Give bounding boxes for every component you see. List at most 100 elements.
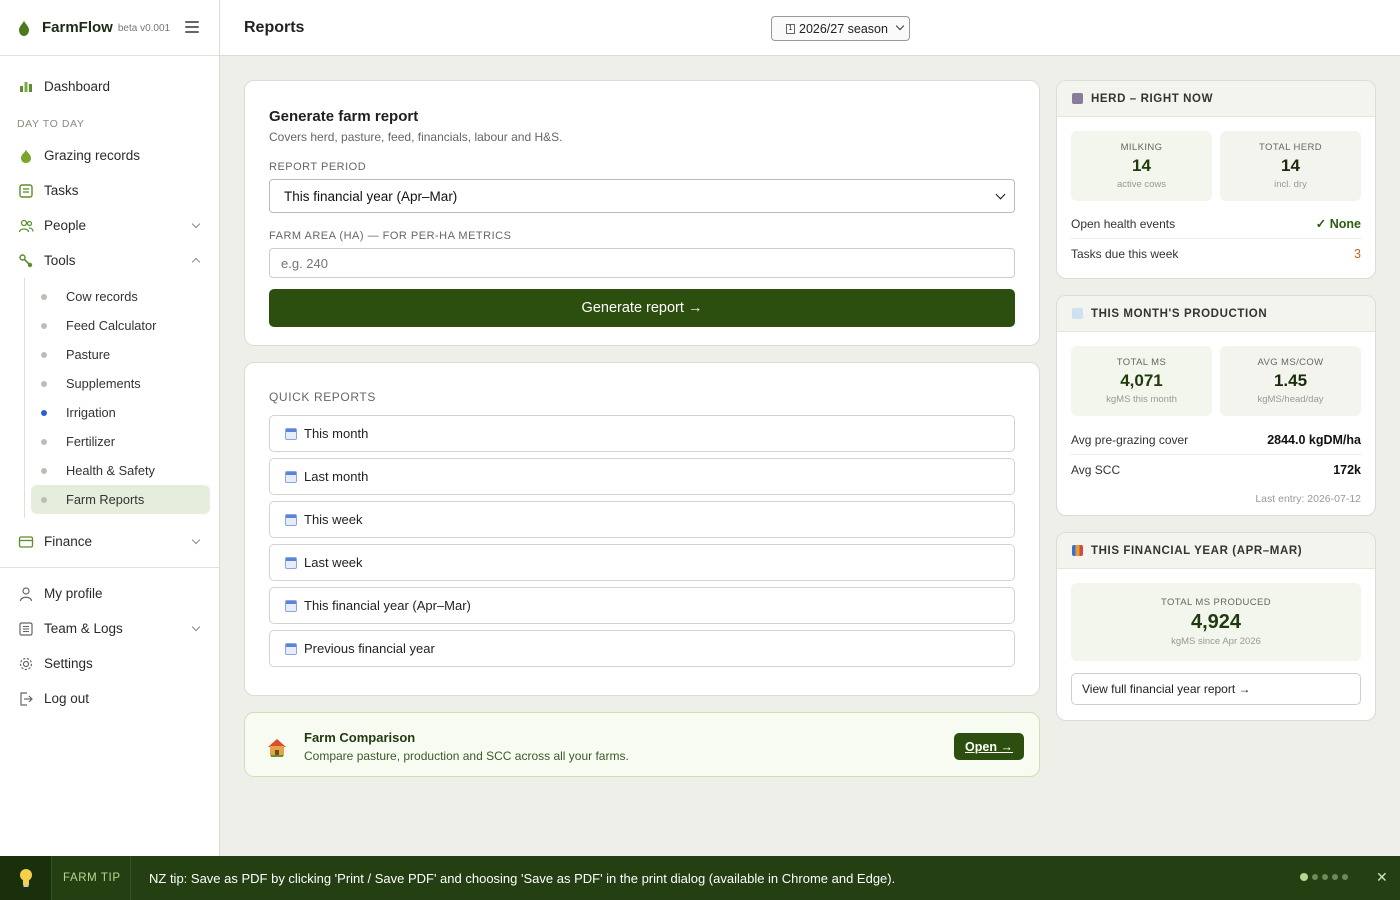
quick-report-label: Previous financial year xyxy=(304,641,435,656)
financial-year-card-title: THIS FINANCIAL YEAR (APR–MAR) xyxy=(1091,544,1303,557)
people-icon xyxy=(18,219,34,233)
tools-subnav: Cow records Feed Calculator Pasture Supp… xyxy=(24,278,219,518)
generate-report-title: Generate farm report xyxy=(269,108,419,125)
logout-icon xyxy=(20,692,33,706)
quick-report-this-week[interactable]: This week xyxy=(269,501,1015,538)
finance-card-icon xyxy=(18,536,34,548)
sidebar-item-label: Team & Logs xyxy=(44,621,123,636)
sidebar-subitem-label: Irrigation xyxy=(66,405,116,420)
calendar-icon xyxy=(285,427,297,440)
quick-report-label: This month xyxy=(304,426,369,441)
farm-comparison-open-button[interactable]: Open → xyxy=(954,733,1024,760)
sidebar-divider xyxy=(0,567,219,568)
brand: FarmFlow beta v0.001 xyxy=(0,0,219,56)
bullet-dot-icon xyxy=(41,497,47,503)
sidebar-item-label: Tools xyxy=(44,253,76,268)
tasks-due-label: Tasks due this week xyxy=(1071,247,1179,261)
tasks-due-row: Tasks due this week 3 xyxy=(1071,239,1361,269)
farm-comparison-description: Compare pasture, production and SCC acro… xyxy=(304,749,629,763)
house-icon xyxy=(268,739,286,757)
sidebar-subitem-supplements[interactable]: Supplements xyxy=(31,369,210,398)
farm-comparison-banner: Farm Comparison Compare pasture, product… xyxy=(244,712,1040,777)
bullet-dot-icon xyxy=(41,439,47,445)
milk-icon xyxy=(1072,308,1083,319)
sidebar-item-tools[interactable]: Tools xyxy=(0,243,219,278)
sidebar-subitem-fertilizer[interactable]: Fertilizer xyxy=(31,427,210,456)
sidebar-item-label: Settings xyxy=(44,656,93,671)
quick-report-previous-financial-year[interactable]: Previous financial year xyxy=(269,630,1015,667)
quick-report-last-week[interactable]: Last week xyxy=(269,544,1015,581)
hamburger-menu-icon[interactable] xyxy=(185,21,199,33)
sidebar-subitem-label: Fertilizer xyxy=(66,434,116,449)
bullet-dot-icon xyxy=(41,381,47,387)
sidebar-item-label: Dashboard xyxy=(44,78,111,94)
production-card-header: THIS MONTH'S PRODUCTION xyxy=(1057,296,1375,332)
sidebar-subitem-pasture[interactable]: Pasture xyxy=(31,340,210,369)
avg-scc-row: Avg SCC 172k xyxy=(1071,455,1361,485)
sidebar-subitem-label: Pasture xyxy=(66,347,111,362)
tip-pager-dots[interactable] xyxy=(1300,873,1348,881)
sidebar-item-team-logs[interactable]: Team & Logs xyxy=(0,611,219,646)
sidebar-item-finance[interactable]: Finance xyxy=(0,524,219,559)
app-version: beta v0.001 xyxy=(117,23,171,34)
bullet-dot-icon xyxy=(41,294,47,300)
quick-report-this-financial-year[interactable]: This financial year (Apr–Mar) xyxy=(269,587,1015,624)
close-icon[interactable]: ✕ xyxy=(1376,869,1388,886)
sidebar-item-grazing[interactable]: Grazing records xyxy=(0,138,219,173)
financial-year-card-header: THIS FINANCIAL YEAR (APR–MAR) xyxy=(1057,533,1375,569)
sidebar-item-log-out[interactable]: Log out xyxy=(0,681,219,716)
lightbulb-icon xyxy=(0,856,52,900)
sidebar-item-tasks[interactable]: Tasks xyxy=(0,173,219,208)
farm-area-input[interactable] xyxy=(269,248,1015,278)
sidebar-item-people[interactable]: People xyxy=(0,208,219,243)
sidebar-item-label: Log out xyxy=(44,691,90,706)
herd-stats: MILKING 14 active cows TOTAL HERD 14 inc… xyxy=(1057,117,1375,201)
farm-tip-separator xyxy=(130,856,131,900)
farm-tip-text: NZ tip: Save as PDF by clicking 'Print /… xyxy=(149,871,896,886)
sidebar-subitem-label: Farm Reports xyxy=(66,492,145,507)
avg-ms-stat: AVG MS/COW 1.45 kgMS/head/day xyxy=(1220,346,1361,416)
bullet-dot-icon xyxy=(41,410,47,416)
production-card: THIS MONTH'S PRODUCTION TOTAL MS 4,071 k… xyxy=(1056,295,1376,516)
quick-report-label: Last month xyxy=(304,469,369,484)
sidebar-subitem-label: Cow records xyxy=(66,289,138,304)
fy-total-ms-stat: TOTAL MS PRODUCED 4,924 kgMS since Apr 2… xyxy=(1071,583,1361,661)
total-ms-stat: TOTAL MS 4,071 kgMS this month xyxy=(1071,346,1212,416)
avg-ms-value: 1.45 xyxy=(1273,371,1308,390)
report-period-label: REPORT PERIOD xyxy=(269,161,367,173)
milking-unit: active cows xyxy=(1116,179,1167,190)
pre-grazing-cover-value: 2844.0 kgDM/ha xyxy=(1267,432,1361,447)
total-herd-unit: incl. dry xyxy=(1274,179,1307,190)
farm-comparison-title: Farm Comparison xyxy=(304,730,416,745)
sidebar-subitem-feed-calculator[interactable]: Feed Calculator xyxy=(31,311,210,340)
bar-chart-icon xyxy=(20,82,32,92)
quick-report-last-month[interactable]: Last month xyxy=(269,458,1015,495)
sidebar-subitem-health-safety[interactable]: Health & Safety xyxy=(31,456,210,485)
view-fy-report-button[interactable]: View full financial year report → xyxy=(1071,673,1361,705)
sidebar-subitem-irrigation[interactable]: Irrigation xyxy=(31,398,210,427)
sidebar-item-settings[interactable]: Settings xyxy=(0,646,219,681)
farm-tip-bar: FARM TIP NZ tip: Save as PDF by clicking… xyxy=(0,856,1400,900)
app-name: FarmFlow xyxy=(42,19,113,36)
quick-report-this-month[interactable]: This month xyxy=(269,415,1015,452)
grazing-leaf-icon xyxy=(21,149,31,163)
sidebar-subitem-farm-reports[interactable]: Farm Reports xyxy=(31,485,210,514)
milking-label: MILKING xyxy=(1120,142,1163,153)
financial-year-card: THIS FINANCIAL YEAR (APR–MAR) TOTAL MS P… xyxy=(1056,532,1376,721)
calendar-icon xyxy=(285,513,297,526)
sidebar-item-my-profile[interactable]: My profile xyxy=(0,576,219,611)
avg-scc-value: 172k xyxy=(1333,463,1361,477)
generate-report-button[interactable]: Generate report → xyxy=(269,289,1015,327)
season-select[interactable]: 1 2026/27 season xyxy=(771,16,910,41)
sidebar-item-dashboard[interactable]: Dashboard xyxy=(0,68,219,104)
total-ms-value: 4,071 xyxy=(1120,371,1163,390)
sidebar-subitem-cow-records[interactable]: Cow records xyxy=(31,282,210,311)
calendar-icon: 1 xyxy=(786,23,795,34)
calendar-icon xyxy=(285,642,297,655)
quick-reports-heading: QUICK REPORTS xyxy=(269,390,376,404)
user-icon xyxy=(19,587,33,602)
bar-chart-icon xyxy=(1072,545,1083,556)
production-card-title: THIS MONTH'S PRODUCTION xyxy=(1091,307,1268,320)
report-period-select[interactable]: This financial year (Apr–Mar) xyxy=(269,179,1015,213)
quick-report-label: This week xyxy=(304,512,363,527)
